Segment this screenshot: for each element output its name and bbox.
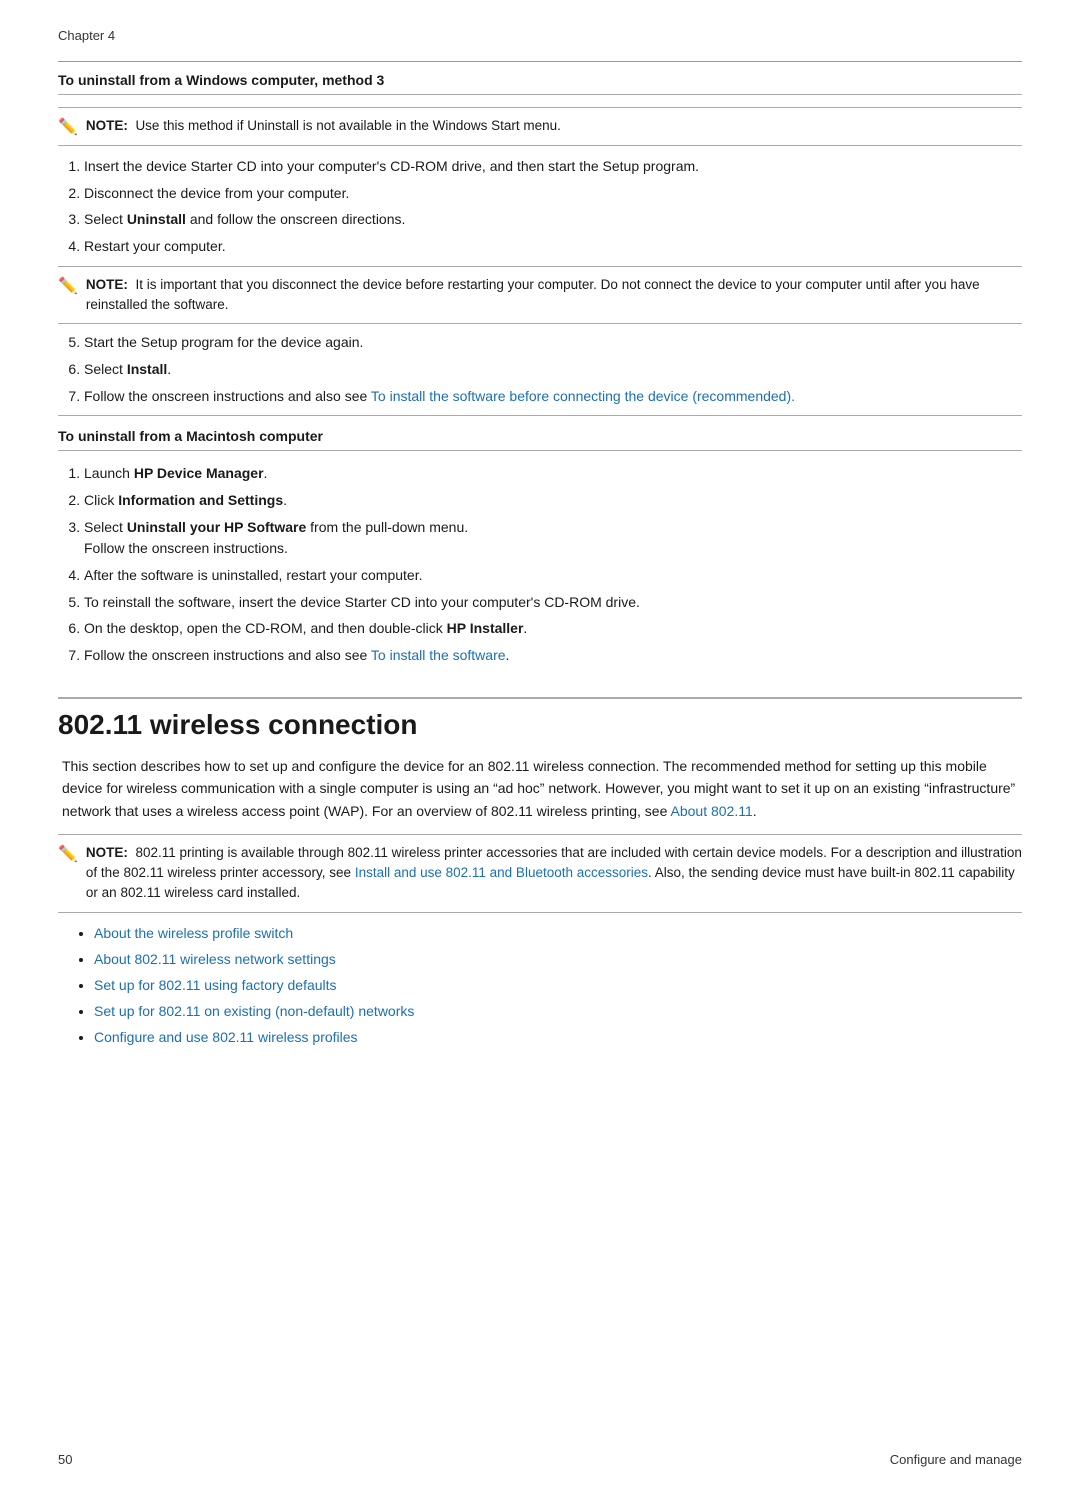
windows-step-2: Disconnect the device from your computer… xyxy=(84,183,1022,205)
wireless-profiles-link[interactable]: Configure and use 802.11 wireless profil… xyxy=(94,1029,358,1045)
mac-step-7: Follow the onscreen instructions and als… xyxy=(84,645,1022,667)
page-container: Chapter 4 To uninstall from a Windows co… xyxy=(0,0,1080,1118)
wireless-note-label: NOTE: xyxy=(86,845,128,860)
bluetooth-accessories-link[interactable]: Install and use 802.11 and Bluetooth acc… xyxy=(355,865,648,880)
windows-step-7: Follow the onscreen instructions and als… xyxy=(84,386,1022,408)
windows-step-1: Insert the device Starter CD into your c… xyxy=(84,156,1022,178)
mac-steps: Launch HP Device Manager. Click Informat… xyxy=(80,463,1022,667)
windows-note1-text: NOTE: Use this method if Uninstall is no… xyxy=(86,116,561,136)
windows-step-3: Select Uninstall and follow the onscreen… xyxy=(84,209,1022,231)
wireless-note: ✏️ NOTE: 802.11 printing is available th… xyxy=(58,834,1022,913)
windows-heading: To uninstall from a Windows computer, me… xyxy=(58,72,1022,88)
note-icon-2: ✏️ xyxy=(58,276,78,296)
windows-heading-divider xyxy=(58,94,1022,95)
wireless-main-heading: 802.11 wireless connection xyxy=(58,697,1022,741)
windows-top-divider xyxy=(58,61,1022,62)
wireless-bullets: About the wireless profile switch About … xyxy=(94,923,1022,1048)
windows-bottom-divider xyxy=(58,415,1022,416)
footer-page-number: 50 xyxy=(58,1452,72,1467)
page-footer: 50 Configure and manage xyxy=(58,1452,1022,1467)
about-802-link[interactable]: About 802.11 xyxy=(671,803,753,819)
non-default-networks-link[interactable]: Set up for 802.11 on existing (non-defau… xyxy=(94,1003,414,1019)
bullet-item-4: Set up for 802.11 on existing (non-defau… xyxy=(94,1001,1022,1022)
bullet-item-3: Set up for 802.11 using factory defaults xyxy=(94,975,1022,996)
install-software-link[interactable]: To install the software before connectin… xyxy=(371,388,795,404)
mac-install-software-link[interactable]: To install the software xyxy=(371,647,506,663)
mac-step-5: To reinstall the software, insert the de… xyxy=(84,592,1022,614)
windows-step-4: Restart your computer. xyxy=(84,236,1022,258)
windows-step-5: Start the Setup program for the device a… xyxy=(84,332,1022,354)
windows-note1: ✏️ NOTE: Use this method if Uninstall is… xyxy=(58,107,1022,146)
note-icon-1: ✏️ xyxy=(58,117,78,137)
wireless-profile-switch-link[interactable]: About the wireless profile switch xyxy=(94,925,293,941)
mac-step-6: On the desktop, open the CD-ROM, and the… xyxy=(84,618,1022,640)
wireless-note-text: NOTE: 802.11 printing is available throu… xyxy=(86,843,1022,904)
windows-note2-label: NOTE: xyxy=(86,277,128,292)
wireless-intro: This section describes how to set up and… xyxy=(62,755,1022,822)
windows-step-6: Select Install. xyxy=(84,359,1022,381)
bullet-item-2: About 802.11 wireless network settings xyxy=(94,949,1022,970)
mac-heading: To uninstall from a Macintosh computer xyxy=(58,428,1022,444)
windows-note2: ✏️ NOTE: It is important that you discon… xyxy=(58,266,1022,325)
mac-heading-divider xyxy=(58,450,1022,451)
windows-note2-text: NOTE: It is important that you disconnec… xyxy=(86,275,1022,316)
windows-steps-1: Insert the device Starter CD into your c… xyxy=(80,156,1022,258)
footer-section-label: Configure and manage xyxy=(890,1452,1022,1467)
bullet-item-5: Configure and use 802.11 wireless profil… xyxy=(94,1027,1022,1048)
windows-note2-content: It is important that you disconnect the … xyxy=(86,277,980,312)
mac-step-1: Launch HP Device Manager. xyxy=(84,463,1022,485)
802-network-settings-link[interactable]: About 802.11 wireless network settings xyxy=(94,951,336,967)
mac-step-4: After the software is uninstalled, resta… xyxy=(84,565,1022,587)
note-icon-3: ✏️ xyxy=(58,844,78,864)
windows-note1-label: NOTE: xyxy=(86,118,128,133)
bullet-item-1: About the wireless profile switch xyxy=(94,923,1022,944)
mac-step-3: Select Uninstall your HP Software from t… xyxy=(84,517,1022,560)
mac-step-2: Click Information and Settings. xyxy=(84,490,1022,512)
factory-defaults-link[interactable]: Set up for 802.11 using factory defaults xyxy=(94,977,337,993)
windows-note1-content: Use this method if Uninstall is not avai… xyxy=(135,118,560,133)
windows-steps-2: Start the Setup program for the device a… xyxy=(80,332,1022,407)
chapter-label: Chapter 4 xyxy=(58,28,1022,43)
